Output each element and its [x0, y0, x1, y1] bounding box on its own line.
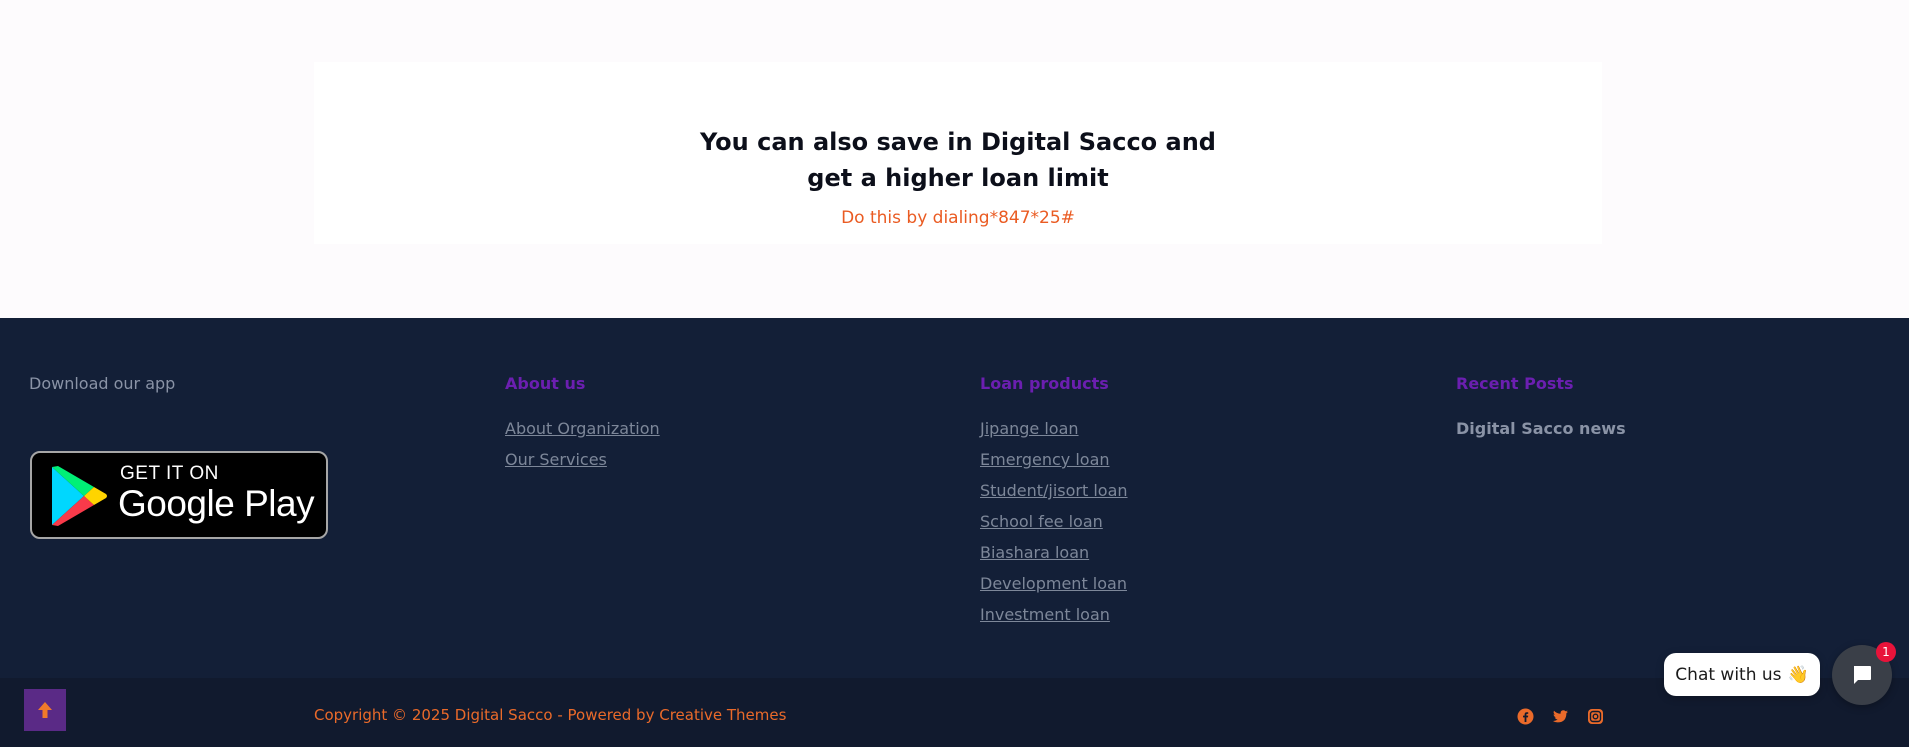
loan-products-heading: Loan products	[980, 374, 1109, 393]
chat-icon	[1854, 666, 1871, 684]
footer-about-column: About us About Organization Our Services	[505, 374, 660, 481]
badge-get-it-on: GET IT ON	[120, 463, 219, 484]
promo-title-line1: You can also save in Digital Sacco and	[700, 128, 1216, 156]
post-link-digital-sacco-news[interactable]: Digital Sacco news	[1456, 419, 1626, 439]
link-development-loan[interactable]: Development loan	[980, 574, 1128, 594]
facebook-icon[interactable]	[1517, 708, 1534, 725]
copyright-text: Copyright © 2025 Digital Sacco - Powered…	[314, 706, 787, 724]
link-about-organization[interactable]: About Organization	[505, 419, 660, 439]
arrow-up-icon	[38, 702, 52, 718]
link-jipange-loan[interactable]: Jipange loan	[980, 419, 1128, 439]
link-our-services[interactable]: Our Services	[505, 450, 660, 470]
about-heading: About us	[505, 374, 586, 393]
google-play-icon	[52, 466, 107, 526]
promo-title-line2: get a higher loan limit	[807, 164, 1109, 192]
link-student-loan[interactable]: Student/jisort loan	[980, 481, 1128, 501]
promo-title: You can also save in Digital Sacco and g…	[314, 124, 1602, 196]
instagram-icon[interactable]	[1587, 708, 1604, 725]
download-app-heading: Download our app	[29, 374, 176, 393]
link-emergency-loan[interactable]: Emergency loan	[980, 450, 1128, 470]
recent-posts-heading: Recent Posts	[1456, 374, 1574, 393]
link-biashara-loan[interactable]: Biashara loan	[980, 543, 1128, 563]
link-school-fee-loan[interactable]: School fee loan	[980, 512, 1128, 532]
google-play-badge[interactable]: GET IT ON Google Play	[30, 451, 328, 539]
footer-posts-column: Recent Posts Digital Sacco news	[1456, 374, 1626, 439]
bottom-bar: Copyright © 2025 Digital Sacco - Powered…	[0, 678, 1909, 747]
wave-icon: 👋	[1787, 664, 1809, 685]
chat-with-us-bubble[interactable]: Chat with us 👋	[1664, 653, 1820, 696]
promo-subtitle: Do this by dialing*847*25#	[841, 208, 1075, 228]
promo-section: You can also save in Digital Sacco and g…	[0, 0, 1909, 318]
promo-card: You can also save in Digital Sacco and g…	[314, 62, 1602, 244]
scroll-to-top-button[interactable]	[24, 689, 66, 731]
social-links	[1517, 708, 1604, 725]
footer-loans-column: Loan products Jipange loan Emergency loa…	[980, 374, 1128, 636]
chat-notification-badge: 1	[1876, 642, 1896, 662]
twitter-icon[interactable]	[1552, 708, 1569, 725]
chat-label: Chat with us	[1675, 664, 1782, 685]
link-investment-loan[interactable]: Investment loan	[980, 605, 1128, 625]
footer-app-column: Download our app	[29, 374, 175, 394]
badge-google-play: Google Play	[118, 483, 315, 524]
